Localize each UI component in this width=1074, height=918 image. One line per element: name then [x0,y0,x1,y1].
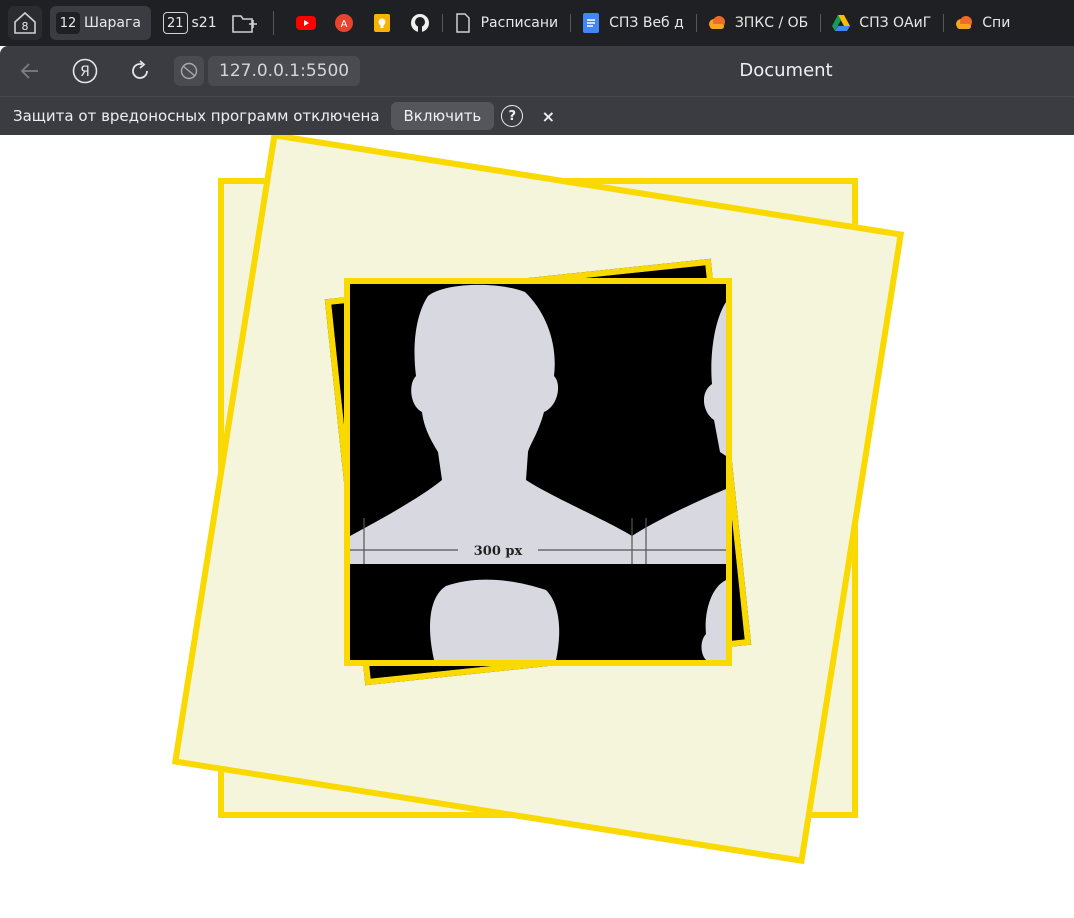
bookmark-label: СПЗ Веб д [609,15,684,31]
divider [695,14,697,32]
page-viewport: 300 px [0,135,1074,918]
help-icon[interactable]: ? [501,105,524,127]
bookmark-label: ЗПКС / ОБ [734,15,809,31]
github-icon [410,13,430,33]
back-arrow-icon [20,63,38,79]
keep-notes-icon [372,13,392,33]
bookmark-youtube[interactable] [288,8,324,38]
enable-protection-button[interactable]: Включить [390,102,495,130]
bookmark-raspisanie[interactable]: Расписани [445,8,567,38]
divider [441,14,443,32]
tab-group-count: 21 [162,12,188,34]
bookmark-spz-web[interactable]: СПЗ Веб д [573,8,692,38]
translate-icon: A [334,13,354,33]
folder-plus-icon [231,15,257,33]
photo-caption: 300 px [474,544,523,559]
security-infobar: Защита от вредоносных программ отключена… [0,96,1074,135]
globe-off-icon [180,62,198,80]
reload-button[interactable] [125,56,155,86]
silhouette-image: 300 px [350,284,726,660]
infobar-message: Защита от вредоносных программ отключена [13,107,380,125]
bookmark-spz-oaig[interactable]: СПЗ ОАиГ [823,8,939,38]
tab-group-sharaga[interactable]: 12 Шарага [50,6,151,40]
back-button[interactable] [15,56,45,86]
document-icon [453,13,473,33]
bookmark-translate[interactable]: A [326,8,362,38]
yandex-icon: Я [72,58,98,84]
address-bar: Я 127.0.0.1:5500 Document [0,46,1074,96]
tab-group-count: 8 [22,20,29,33]
bookmark-label: Спи [982,15,1011,31]
youtube-icon [295,13,316,33]
tab-group-8[interactable]: 8 [8,6,42,40]
bookmark-label: СПЗ ОАиГ [859,15,932,31]
tab-group-label: s21 [191,15,217,31]
bookmarks-bar: 8 12 Шарага 21 s21 A Расписани СПЗ Веб д… [0,0,1074,46]
bookmark-label: Расписани [480,15,559,31]
bookmark-keep[interactable] [364,8,400,38]
reload-icon [132,60,148,79]
home-icon: 8 [14,11,36,34]
google-docs-icon [581,13,601,33]
svg-text:Я: Я [80,64,90,80]
tab-group-count: 12 [56,12,80,34]
bookmark-zpks[interactable]: ЗПКС / ОБ [699,8,816,38]
divider [820,14,822,32]
cloud-icon [954,13,974,33]
site-info-button[interactable] [174,56,204,86]
tab-group-label: Шарага [84,15,141,31]
new-tab-group-button[interactable] [229,7,261,39]
bookmark-spi[interactable]: Спи [946,8,1018,38]
page-title: Document [739,60,833,81]
google-drive-icon [831,13,851,33]
close-infobar-button[interactable]: × [539,107,557,126]
divider [570,14,572,32]
yandex-button[interactable]: Я [70,56,100,86]
divider [943,14,945,32]
cloud-icon [707,13,727,33]
bookmark-github[interactable] [402,8,438,38]
photo-front: 300 px [344,278,732,666]
divider [272,11,274,35]
tab-group-s21[interactable]: 21 s21 [157,6,223,40]
svg-text:A: A [340,19,347,30]
url-field[interactable]: 127.0.0.1:5500 [208,56,361,86]
